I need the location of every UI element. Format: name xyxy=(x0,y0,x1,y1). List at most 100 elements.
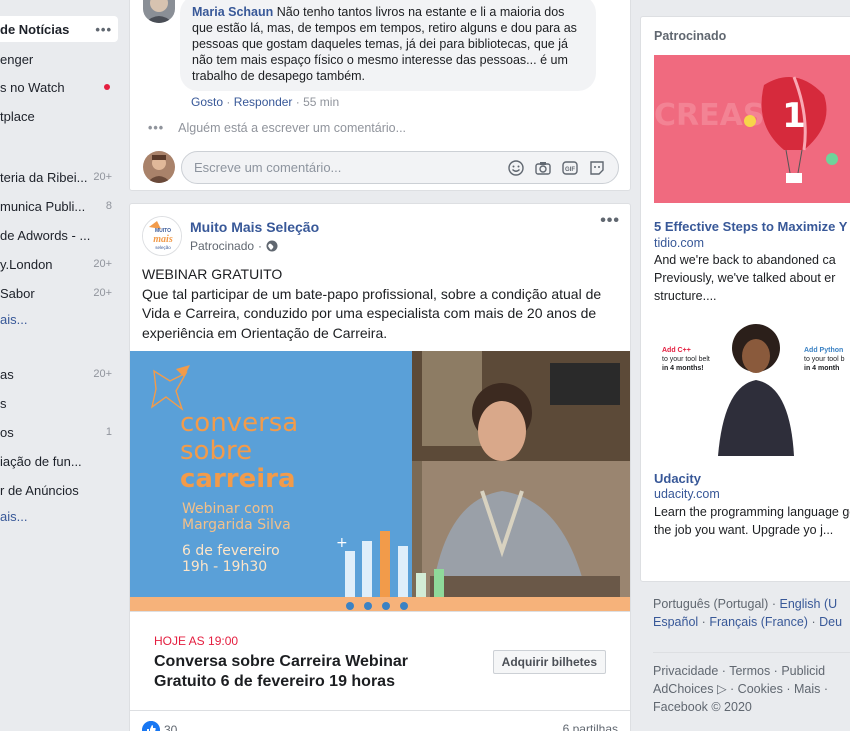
sidebar-item-group[interactable]: Sabor 20+ xyxy=(0,280,122,306)
left-sidebar: de Notícias ••• enger s no Watch tplace … xyxy=(0,0,122,731)
language-link[interactable]: Deu xyxy=(819,615,842,629)
sidebar-item-explore[interactable]: s xyxy=(0,390,122,416)
page-name-link[interactable]: Muito Mais Seleção xyxy=(190,219,319,235)
ad-title-link[interactable]: Udacity xyxy=(654,471,701,486)
ad-description: Learn the programming language get the j… xyxy=(654,505,850,537)
event-date: HOJE AS 19:00 xyxy=(154,634,239,648)
footer-link-cookies[interactable]: Cookies xyxy=(738,682,783,696)
ad-domain[interactable]: tidio.com xyxy=(654,236,704,250)
footer-link-terms[interactable]: Termos xyxy=(729,664,770,678)
language-link[interactable]: English (U xyxy=(779,597,837,611)
image-text-line2: sobre xyxy=(180,436,252,466)
separator: · xyxy=(701,615,706,629)
post-text-heading: WEBINAR GRATUITO xyxy=(142,266,283,282)
ad-title-link[interactable]: 5 Effective Steps to Maximize Y xyxy=(654,219,847,234)
sidebar-item-count: 20+ xyxy=(93,258,112,270)
separator: · xyxy=(771,597,776,611)
language-link[interactable]: Français (France) xyxy=(709,615,808,629)
globe-icon xyxy=(266,240,278,252)
language-link[interactable]: Español xyxy=(653,615,698,629)
footer-link-adchoices[interactable]: AdChoices xyxy=(653,682,713,696)
logo-mid-text: mais xyxy=(153,234,173,245)
sidebar-item-group[interactable]: y.London 20+ xyxy=(0,251,122,277)
image-text-line3: carreira xyxy=(180,464,296,494)
sidebar-item-count: 20+ xyxy=(93,171,112,183)
ad-image[interactable]: CREASE 1 xyxy=(654,55,850,203)
sidebar-item-group[interactable]: de Adwords - ... xyxy=(0,222,122,248)
comment-input[interactable]: Escreve um comentário... GIF xyxy=(181,151,619,184)
post-image[interactable]: conversa sobre carreira Webinar com Marg… xyxy=(130,351,630,611)
comment-actions: Gosto · Responder · 55 min xyxy=(191,95,339,109)
emoji-icon[interactable] xyxy=(507,159,525,177)
svg-text:1: 1 xyxy=(782,96,806,136)
comment-time[interactable]: 55 min xyxy=(303,95,339,109)
ad-card-line3: in 4 months! xyxy=(662,365,704,372)
sidebar-item-watch[interactable]: s no Watch xyxy=(0,74,122,100)
post-text: WEBINAR GRATUITO Que tal participar de u… xyxy=(142,265,622,343)
post-options-icon[interactable]: ••• xyxy=(600,212,620,230)
reactions-count: 30 xyxy=(164,723,178,731)
comment-input-placeholder: Escreve um comentário... xyxy=(194,160,342,175)
sidebar-item-label: s xyxy=(0,395,7,411)
page-logo[interactable]: MUITO mais seleção xyxy=(142,216,182,256)
svg-text:GIF: GIF xyxy=(565,167,575,173)
footer-link-more[interactable]: Mais xyxy=(794,682,820,696)
sticker-icon[interactable] xyxy=(588,159,606,177)
sidebar-item-group[interactable]: munica Publi... 8 xyxy=(0,193,122,219)
ad-card-line1: Add Python xyxy=(804,347,843,354)
more-options-icon[interactable]: ••• xyxy=(95,22,112,37)
typing-dots-icon: ••• xyxy=(148,121,165,135)
sidebar-item-fundraiser[interactable]: iação de fun... xyxy=(0,448,122,474)
footer-link-privacy[interactable]: Privacidade xyxy=(653,664,718,678)
event-attachment[interactable]: HOJE AS 19:00 Conversa sobre Carreira We… xyxy=(130,611,630,711)
sponsored-label[interactable]: Patrocinado xyxy=(190,239,254,253)
comment-author[interactable]: Maria Schaun xyxy=(192,5,273,19)
sidebar-item-label: ais... xyxy=(0,508,28,524)
sidebar-item-explore[interactable]: os 1 xyxy=(0,419,122,445)
ad-card-line1: Add C++ xyxy=(662,347,691,354)
sidebar-item-group[interactable]: teria da Ribei... 20+ xyxy=(0,164,122,190)
typing-text: Alguém está a escrever um comentário... xyxy=(178,121,407,135)
ad-image[interactable]: Add Python to your tool b in 4 month xyxy=(798,316,850,456)
ad-image[interactable]: Add C++ to your tool belt in 4 months! xyxy=(654,316,794,456)
shares-count[interactable]: 6 partilhas xyxy=(563,722,618,731)
reactions-summary[interactable]: 30 xyxy=(142,721,177,731)
sidebar-see-more-link[interactable]: ais... xyxy=(0,503,122,529)
gif-icon[interactable]: GIF xyxy=(561,159,579,177)
sidebar-item-count: 20+ xyxy=(93,287,112,299)
sidebar-item-label: munica Publi... xyxy=(0,198,86,214)
image-text-line4: Webinar com xyxy=(182,501,274,517)
comment-bubble: Maria Schaun Não tenho tantos livros na … xyxy=(180,0,596,91)
adchoices-icon: ▷ xyxy=(716,682,727,696)
sidebar-item-ads-manager[interactable]: r de Anúncios xyxy=(0,477,122,503)
comment-reply-link[interactable]: Responder xyxy=(234,95,293,109)
footer-divider xyxy=(653,652,850,653)
image-text-line1: conversa xyxy=(180,408,298,438)
typing-indicator: ••• Alguém está a escrever um comentário… xyxy=(148,121,406,135)
event-title[interactable]: Conversa sobre Carreira Webinar Gratuito… xyxy=(154,652,444,692)
sidebar-item-news-feed[interactable]: de Notícias ••• xyxy=(0,16,118,42)
comment-like-link[interactable]: Gosto xyxy=(191,95,223,109)
sponsored-post: MUITO mais seleção Muito Mais Seleção Pa… xyxy=(129,203,631,731)
sidebar-item-marketplace[interactable]: tplace xyxy=(0,103,122,129)
language-selector: Português (Portugal) · English (U Españo… xyxy=(640,595,850,631)
sidebar-item-pages[interactable]: as 20+ xyxy=(0,361,122,387)
sidebar-item-label: de Adwords - ... xyxy=(0,227,91,243)
separator: · xyxy=(811,615,816,629)
svg-text:+: + xyxy=(336,535,348,551)
separator: · xyxy=(258,239,263,253)
user-avatar[interactable] xyxy=(143,151,175,183)
buy-tickets-button[interactable]: Adquirir bilhetes xyxy=(492,650,606,674)
sidebar-see-more-link[interactable]: ais... xyxy=(0,306,122,332)
sidebar-item-label: ais... xyxy=(0,311,28,327)
sidebar-item-messenger[interactable]: enger xyxy=(0,46,122,72)
camera-icon[interactable] xyxy=(534,159,552,177)
sidebar-item-count: 20+ xyxy=(93,368,112,380)
post-text-body: Que tal participar de um bate-papo profi… xyxy=(142,285,602,341)
footer-link-advertising[interactable]: Publicid xyxy=(781,664,825,678)
commenter-avatar[interactable] xyxy=(143,0,175,23)
ad-description: And we're back to abandoned ca Previousl… xyxy=(654,253,836,303)
ad-domain[interactable]: udacity.com xyxy=(654,487,720,501)
separator: · xyxy=(295,95,300,109)
footer: Privacidade · Termos · Publicid AdChoice… xyxy=(653,662,850,716)
